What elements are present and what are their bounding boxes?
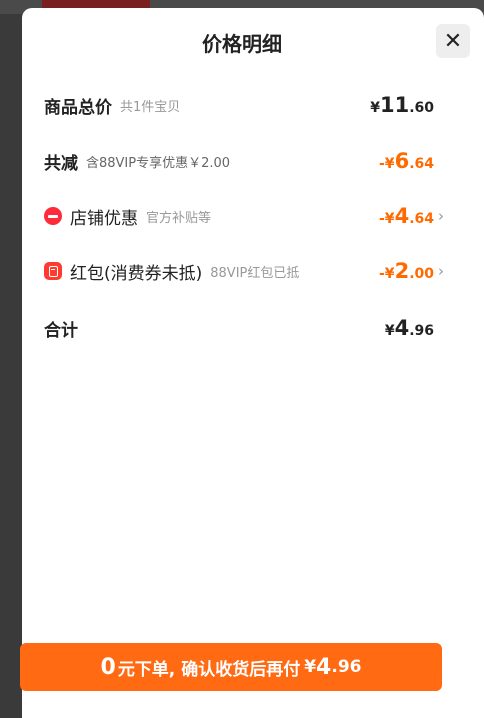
shop-discount-label: 店铺优惠: [70, 208, 138, 229]
chevron-right-icon: ›: [438, 207, 444, 225]
vip-discount-note: 含88VIP专享优惠￥2.00: [86, 155, 231, 171]
red-packet-amount: -¥ 2.00: [379, 259, 434, 283]
sum-amount: ¥4.96: [384, 316, 434, 340]
row-shop-discount[interactable]: 店铺优惠 官方补贴等 -¥ 4.64 ›: [44, 201, 448, 231]
red-packet-note: 88VIP红包已抵: [210, 265, 300, 281]
chevron-right-icon: ›: [438, 262, 444, 280]
shop-discount-icon: [44, 207, 62, 225]
pay-later-button[interactable]: 0 元下单, 确认收货后再付 ¥ 4 .96: [20, 643, 442, 691]
total-price-amount: ¥11.60: [370, 93, 434, 117]
total-reduction-amount: -¥ 6.64: [379, 149, 434, 173]
red-packet-icon: [44, 262, 62, 280]
sheet-title: 价格明细: [202, 32, 282, 56]
row-red-packet[interactable]: 红包(消费券未抵) 88VIP红包已抵 -¥ 2.00 ›: [44, 256, 448, 286]
row-total-price: 商品总价 共1件宝贝 ¥11.60: [44, 90, 448, 120]
red-packet-label: 红包(消费券未抵): [70, 263, 203, 284]
price-detail-sheet: 价格明细 ✕ 商品总价 共1件宝贝 ¥11.60 共减 含88VIP专享优惠￥2…: [22, 8, 484, 718]
row-total-reduction: 共减 含88VIP专享优惠￥2.00 -¥ 6.64: [44, 146, 448, 176]
page: 价格明细 ✕ 商品总价 共1件宝贝 ¥11.60 共减 含88VIP专享优惠￥2…: [0, 0, 484, 718]
shop-discount-note: 官方补贴等: [146, 210, 212, 226]
shop-discount-amount: -¥ 4.64: [379, 204, 434, 228]
close-icon: ✕: [443, 28, 463, 54]
total-reduction-label: 共减: [44, 153, 78, 174]
row-sum: 合计 ¥4.96: [44, 313, 448, 343]
total-price-label: 商品总价: [44, 97, 112, 118]
item-count: 共1件宝贝: [120, 99, 181, 115]
sum-label: 合计: [44, 320, 78, 341]
close-button[interactable]: ✕: [436, 24, 470, 58]
